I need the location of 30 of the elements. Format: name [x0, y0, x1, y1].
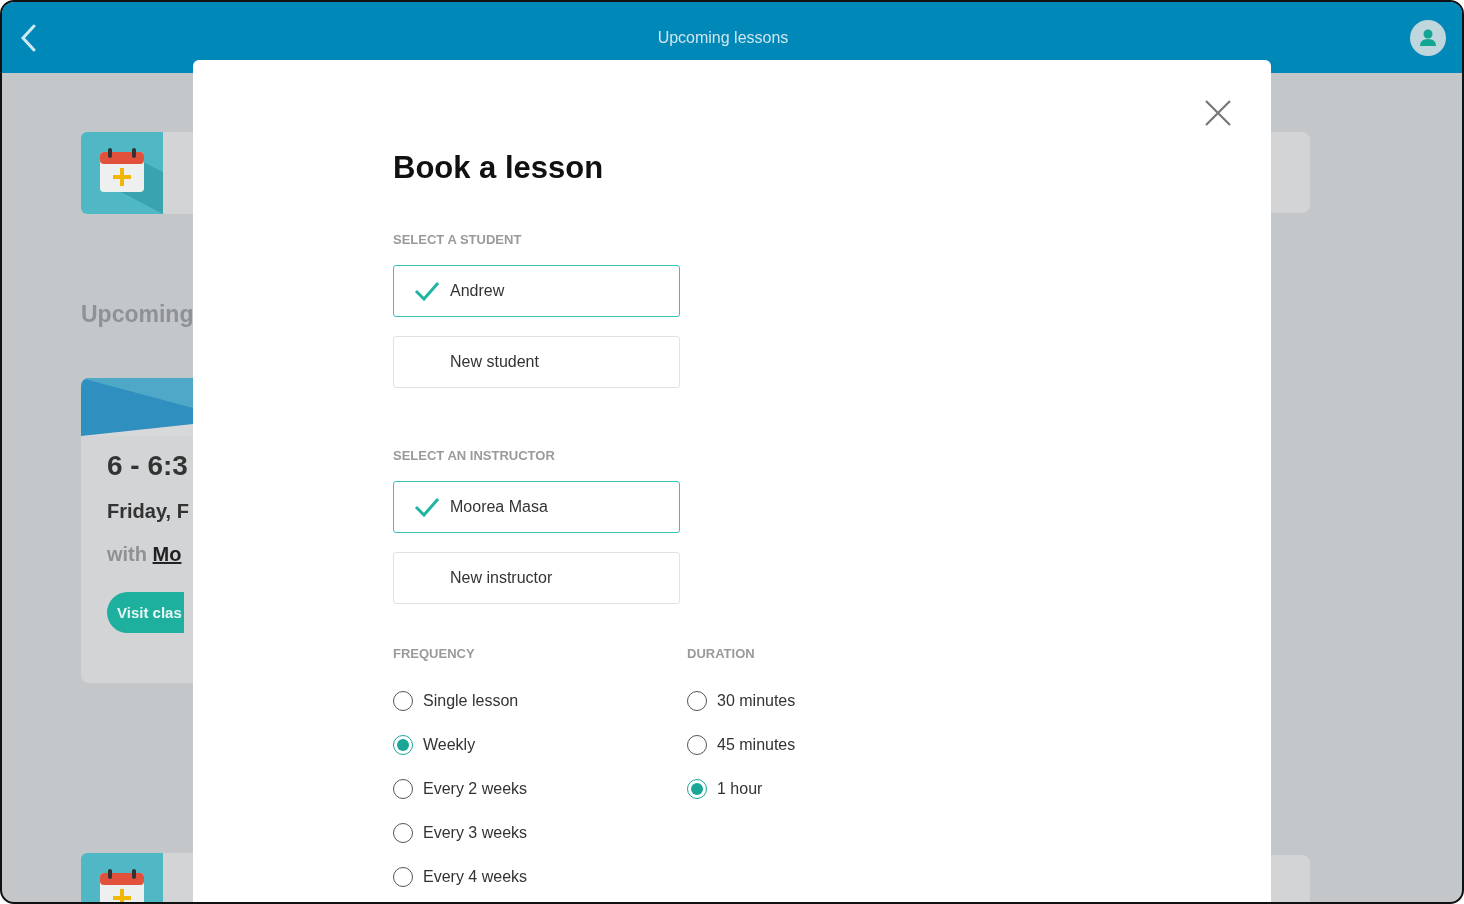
section-heading: FREQUENCY: [393, 646, 476, 661]
option-button[interactable]: Andrew: [393, 265, 680, 317]
radio-label[interactable]: 30 minutes: [717, 692, 796, 710]
section-heading: SELECT A STUDENT: [393, 232, 523, 247]
back-icon[interactable]: [20, 23, 36, 52]
section-heading: DURATION: [687, 646, 756, 661]
lesson-date: Friday, F: [107, 500, 190, 523]
checkmark-icon: [414, 497, 440, 517]
card-background: [1269, 855, 1310, 902]
option-button[interactable]: New student: [393, 336, 680, 388]
radio-label[interactable]: Weekly: [423, 736, 476, 754]
radio-label[interactable]: 45 minutes: [717, 736, 796, 754]
close-icon[interactable]: [1205, 100, 1231, 126]
radio-label[interactable]: Every 4 weeks: [423, 868, 528, 886]
radio-label[interactable]: Single lesson: [423, 692, 519, 710]
radio-label[interactable]: 1 hour: [717, 780, 763, 798]
avatar-icon[interactable]: [1410, 19, 1446, 56]
dialog-title: Book a lesson: [393, 150, 605, 186]
book-lesson-card[interactable]: [81, 132, 193, 214]
page-title: Upcoming lessons: [657, 28, 789, 47]
option-button[interactable]: Moorea Masa: [393, 481, 680, 533]
checkmark-icon: [414, 281, 440, 301]
with-label: with: [107, 543, 147, 565]
calendar-add-icon: [81, 132, 163, 214]
radio-label[interactable]: Every 3 weeks: [423, 824, 528, 842]
lesson-time: 6 - 6:3: [107, 450, 189, 482]
section-heading: SELECT AN INSTRUCTOR: [393, 448, 556, 463]
radio-label[interactable]: Every 2 weeks: [423, 780, 528, 798]
instructor-link[interactable]: Mo: [152, 543, 182, 565]
option-button[interactable]: New instructor: [393, 552, 680, 604]
